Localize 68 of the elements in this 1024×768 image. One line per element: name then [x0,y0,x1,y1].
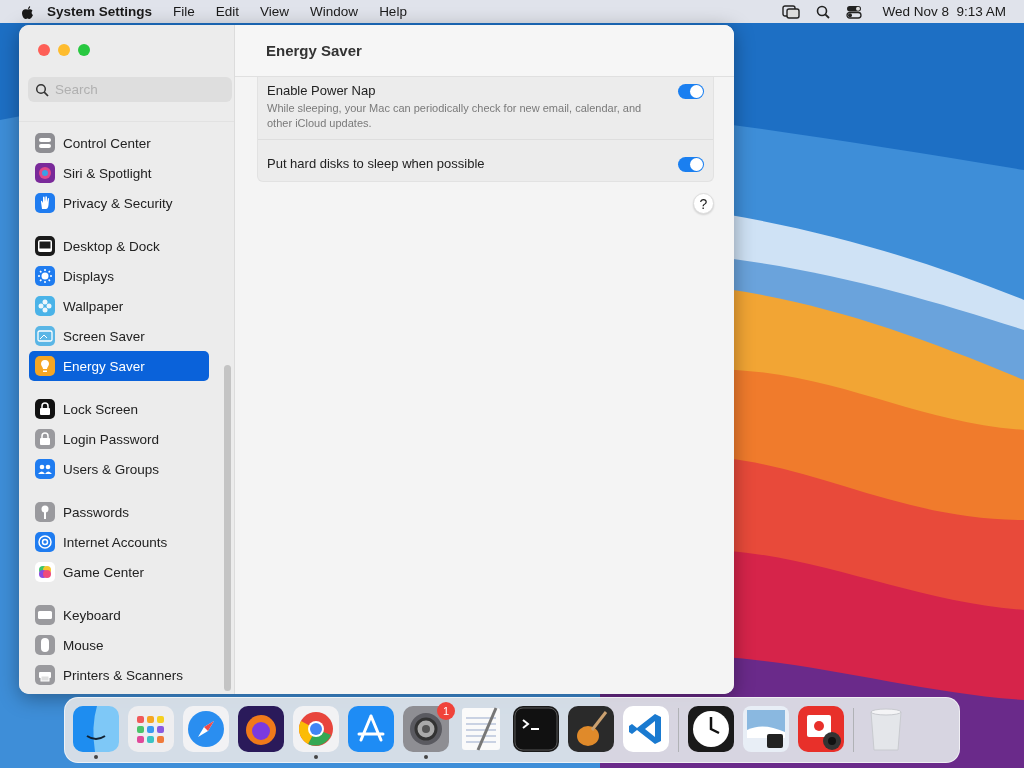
round-browser-icon[interactable] [293,706,339,752]
window-title: Energy Saver [266,42,362,59]
sidebar-item[interactable]: Login Password [29,424,209,454]
sidebar-item[interactable]: Displays [29,261,209,291]
compass-icon[interactable] [183,706,229,752]
sidebar-item[interactable]: Energy Saver [29,351,209,381]
notification-badge: 1 [437,702,455,720]
code-editor-icon[interactable] [623,706,669,752]
sidebar-item[interactable]: Wallpaper [29,291,209,321]
app-menu[interactable]: System Settings [47,4,153,19]
sidebar-item[interactable]: Mouse [29,630,209,660]
sidebar-item[interactable]: Users & Groups [29,454,209,484]
dock-icon [35,236,55,256]
sidebar-item[interactable]: Control Center [29,128,209,158]
scrollbar[interactable] [224,365,231,691]
screen-icon [35,326,55,346]
menu-item[interactable]: Edit [215,4,240,19]
close-button[interactable] [38,44,50,56]
menu-item[interactable]: Window [310,4,359,19]
siri-icon [35,163,55,183]
light-bulb-icon [35,356,55,376]
menu-item[interactable]: View [260,4,290,19]
gear-icon[interactable] [403,706,449,752]
setting-label: Enable Power Nap [267,83,377,98]
hand-icon [35,193,55,213]
bubbles-icon [35,562,55,582]
keyboard-icon [35,605,55,625]
photo-camera-icon[interactable] [798,706,844,752]
menu-item[interactable]: Help [379,4,407,19]
lock-icon [35,429,55,449]
at-sign-icon [35,532,55,552]
toggles-icon [35,133,55,153]
app-grid-icon[interactable] [128,706,174,752]
sidebar-item[interactable]: Desktop & Dock [29,231,209,261]
sun-icon [35,266,55,286]
toggle-switch[interactable] [678,84,704,99]
mouse-icon [35,635,55,655]
search-icon [35,83,49,97]
sidebar-item[interactable]: Lock Screen [29,394,209,424]
screens-icon[interactable] [782,4,801,19]
toggle-switch[interactable] [678,157,704,172]
sidebar-item[interactable]: Privacy & Security [29,188,209,218]
control-center-icon[interactable] [846,4,863,19]
sidebar-item[interactable]: Passwords [29,497,209,527]
sidebar-item[interactable]: Screen Saver [29,321,209,351]
setting-description: While sleeping, your Mac can periodically check for new email, calendar, and other iCloud updates. [267,101,643,131]
flower-icon [35,296,55,316]
apple-logo-icon[interactable] [20,3,34,20]
help-button[interactable]: ? [693,193,714,214]
sidebar-item[interactable]: Printers & Scanners [29,660,209,690]
setting-label: Put hard disks to sleep when possible [267,156,486,171]
sidebar-item[interactable]: Siri & Spotlight [29,158,209,188]
clock-icon[interactable] [688,706,734,752]
photo-viewer-icon[interactable] [743,706,789,752]
sidebar-item[interactable]: Internet Accounts [29,527,209,557]
terminal-icon[interactable] [513,706,559,752]
search-icon[interactable] [816,4,831,19]
menu-item[interactable]: File [173,4,195,19]
printer-icon [35,665,55,685]
key-icon [35,502,55,522]
sidebar-item[interactable]: Game Center [29,557,209,587]
people-icon [35,459,55,479]
letter-a-icon[interactable] [348,706,394,752]
guitar-icon[interactable] [568,706,614,752]
sidebar-item[interactable]: Keyboard [29,600,209,630]
finder-icon[interactable] [73,706,119,752]
lock-icon [35,399,55,419]
menu-bar-clock[interactable]: Wed Nov 8 9:13 AM [882,4,1006,19]
